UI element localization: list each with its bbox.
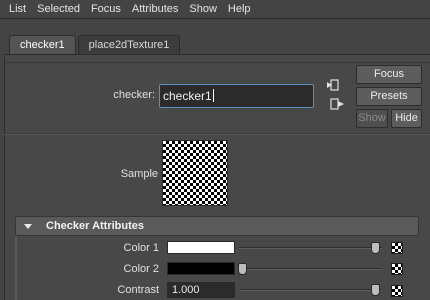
show-button[interactable]: Show <box>356 109 388 128</box>
color1-label: Color 1 <box>123 242 159 254</box>
checker-attributes-header[interactable]: Checker Attributes <box>15 216 419 236</box>
checker-map-icon[interactable] <box>391 263 403 275</box>
focus-button[interactable]: Focus <box>356 65 422 84</box>
node-name-label: checker: <box>113 89 155 101</box>
presets-button[interactable]: Presets <box>356 87 422 106</box>
panel-divider <box>4 134 430 135</box>
menu-list[interactable]: List <box>0 0 32 18</box>
color1-swatch[interactable] <box>167 241 235 254</box>
contrast-slider[interactable] <box>239 289 382 291</box>
checker-map-icon[interactable] <box>391 242 403 254</box>
section-frame <box>15 236 17 300</box>
contrast-label: Contrast <box>117 284 159 296</box>
menu-bar: List Selected Focus Attributes Show Help <box>0 0 430 18</box>
panel-divider <box>4 62 430 63</box>
sample-swatch <box>162 140 228 206</box>
color1-slider[interactable] <box>239 247 382 249</box>
menu-help[interactable]: Help <box>223 0 257 18</box>
color2-slider[interactable] <box>239 268 382 270</box>
menu-selected[interactable]: Selected <box>32 0 86 18</box>
tab-checker1[interactable]: checker1 <box>9 35 76 54</box>
color2-label: Color 2 <box>123 263 159 275</box>
output-connection-icon[interactable] <box>330 97 346 111</box>
text-caret <box>212 89 214 102</box>
color2-slider-handle[interactable] <box>238 263 247 275</box>
menu-divider <box>0 18 430 19</box>
tab-place2dtexture1[interactable]: place2dTexture1 <box>77 35 181 54</box>
menu-show[interactable]: Show <box>184 0 223 18</box>
hide-button[interactable]: Hide <box>391 109 422 128</box>
contrast-field[interactable]: 1.000 <box>167 282 235 298</box>
contrast-slider-handle[interactable] <box>371 284 380 296</box>
node-name-field[interactable]: checker1 <box>159 84 314 108</box>
triangle-down-icon[interactable] <box>24 223 32 229</box>
section-title: Checker Attributes <box>46 220 145 232</box>
sample-label: Sample <box>120 168 158 180</box>
menu-focus[interactable]: Focus <box>86 0 127 18</box>
menu-attributes[interactable]: Attributes <box>127 0 184 18</box>
color1-slider-handle[interactable] <box>371 242 380 254</box>
input-connection-icon[interactable] <box>326 78 340 92</box>
checker-map-icon[interactable] <box>391 285 403 297</box>
node-tabs: checker1 place2dTexture1 <box>9 35 182 54</box>
node-name-value: checker1 <box>163 89 212 103</box>
color2-swatch[interactable] <box>167 262 235 275</box>
